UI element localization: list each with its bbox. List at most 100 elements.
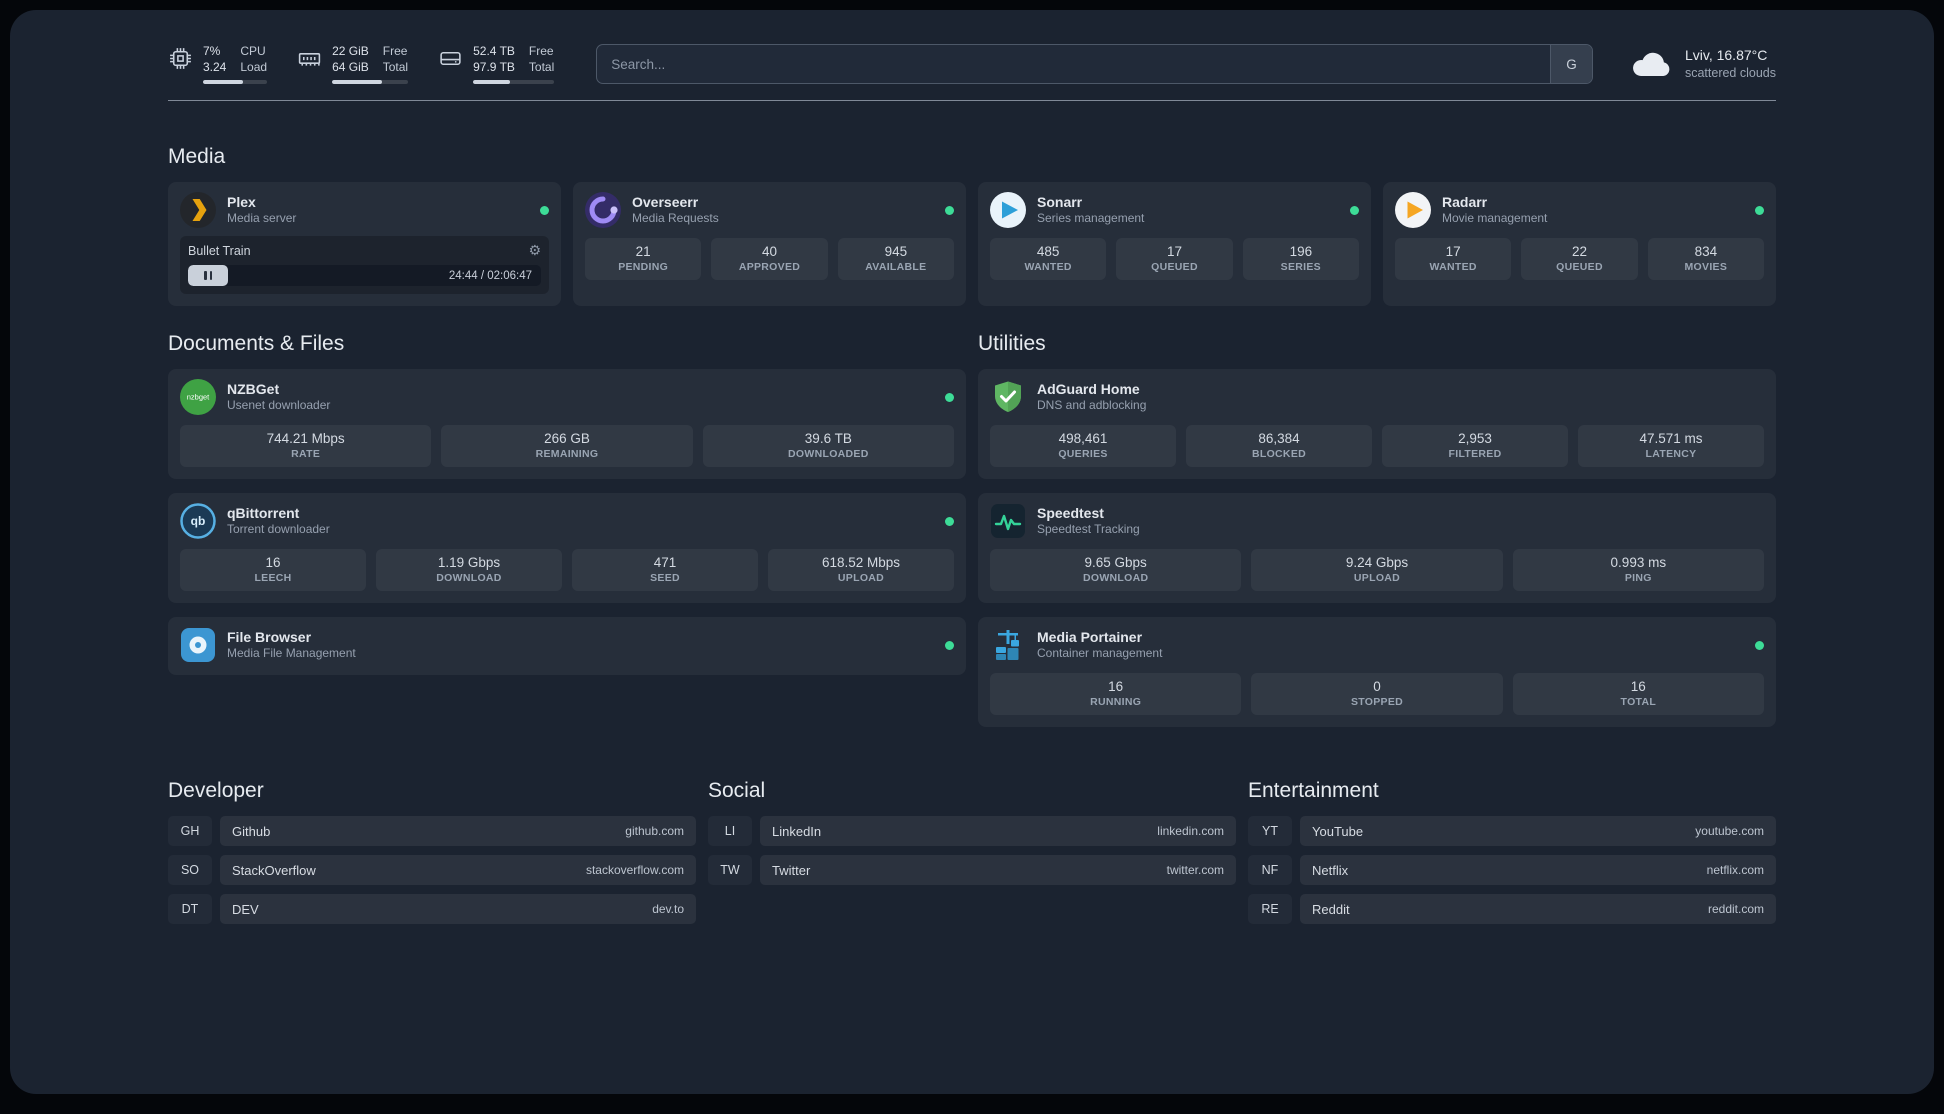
service-stats: 485 WANTED 17 QUEUED 196 SERIES: [990, 238, 1359, 280]
bookmark-url: stackoverflow.com: [585, 863, 684, 877]
bookmark-url: youtube.com: [1695, 824, 1764, 838]
bookmark-group-title: Entertainment: [1248, 779, 1379, 802]
stat-value: 618.52 Mbps: [821, 555, 901, 570]
bookmark-link[interactable]: TW Twitter twitter.com: [708, 855, 1236, 885]
status-dot: [540, 205, 549, 215]
bookmark-url: github.com: [625, 824, 684, 838]
stat-label: SERIES: [1280, 261, 1321, 273]
stat-label: DOWNLOAD: [436, 572, 502, 584]
service-stats: 498,461 QUERIES 86,384 BLOCKED 2,953 FILTERED…: [990, 425, 1764, 467]
service-link-plex[interactable]: Plex Media server: [180, 192, 296, 228]
stat-value: 16: [1630, 679, 1646, 694]
service-link-sonarr[interactable]: Sonarr Series management: [990, 192, 1144, 228]
stat-value: 17: [1445, 244, 1461, 259]
topbar: 7% 3.24 CPU Load 22 GiB 64 GiB Free Tota…: [168, 44, 1776, 84]
stat-value: 834: [1694, 244, 1718, 259]
bookmark-pill: Github github.com: [220, 816, 696, 846]
bookmark-link[interactable]: NF Netflix netflix.com: [1248, 855, 1776, 885]
stat-box: 86,384 BLOCKED: [1186, 425, 1372, 467]
service-link-adguard[interactable]: AdGuard Home DNS and adblocking: [990, 379, 1146, 415]
cpu-widget: 7% 3.24 CPU Load: [168, 44, 268, 84]
stat-label: AVAILABLE: [865, 261, 927, 273]
search-provider-button[interactable]: G: [1549, 45, 1592, 83]
service-link-portainer[interactable]: Media Portainer Container management: [990, 627, 1162, 663]
stat-value: 945: [884, 244, 908, 259]
bookmark-pill: Netflix netflix.com: [1300, 855, 1776, 885]
stat-label: LEECH: [254, 572, 292, 584]
bookmark-link[interactable]: LI LinkedIn linkedin.com: [708, 816, 1236, 846]
service-card-portainer: Media Portainer Container management 16 R…: [978, 617, 1776, 727]
memory-usage-bar: [332, 79, 409, 84]
service-stats: 9.65 Gbps DOWNLOAD 9.24 Gbps UPLOAD 0.993 ms…: [990, 549, 1764, 591]
service-link-qbittorrent[interactable]: qb qBittorrent Torrent downloader: [180, 503, 330, 539]
service-link-overseerr[interactable]: Overseerr Media Requests: [585, 192, 719, 228]
service-name: qBittorrent: [227, 505, 300, 522]
section-title-utilities: Utilities: [978, 332, 1046, 355]
cpu-usage-value: 7%: [203, 44, 221, 59]
stat-box: 16 LEECH: [180, 549, 366, 591]
bookmark-url: reddit.com: [1707, 902, 1764, 916]
disk-free-value: 52.4 TB: [473, 44, 515, 59]
service-link-nzbget[interactable]: nzbget NZBGet Usenet downloader: [180, 379, 330, 415]
stat-box: 266 GB REMAINING: [441, 425, 693, 467]
bookmark-group-title: Social: [708, 779, 766, 802]
stat-box: 0 STOPPED: [1251, 673, 1503, 715]
status-dot: [945, 640, 954, 650]
playback-progress-bar: 24:44 / 02:06:47: [188, 265, 541, 286]
bookmark-link[interactable]: DT DEV dev.to: [168, 894, 696, 924]
disk-icon: [438, 44, 463, 71]
pause-button[interactable]: [188, 265, 228, 286]
section-documents: Documents & Files nzbget NZBGet Usenet d…: [168, 332, 966, 675]
search-bar: G: [596, 44, 1593, 84]
service-card-radarr: Radarr Movie management 17 WANTED 22 QUEUED…: [1383, 182, 1776, 306]
stat-box: 9.24 Gbps UPLOAD: [1251, 549, 1503, 591]
stat-value: 0: [1373, 679, 1381, 694]
bookmark-list: YT YouTube youtube.com NF Netflix netflix.com…: [1248, 816, 1776, 924]
service-card-adguard: AdGuard Home DNS and adblocking 498,461 Q…: [978, 369, 1776, 479]
radarr-icon: [1395, 192, 1431, 228]
stat-label: RATE: [291, 448, 321, 460]
service-stats: 21 PENDING 40 APPROVED 945 AVAILABLE: [585, 238, 954, 280]
cpu-icon: [168, 44, 193, 71]
bookmark-name: LinkedIn: [772, 823, 822, 839]
bookmark-url: twitter.com: [1166, 863, 1224, 877]
bookmark-link[interactable]: SO StackOverflow stackoverflow.com: [168, 855, 696, 885]
adguard-icon: [990, 379, 1026, 415]
bar-fill: [332, 79, 383, 84]
bookmark-link[interactable]: RE Reddit reddit.com: [1248, 894, 1776, 924]
service-name: Sonarr: [1037, 194, 1083, 211]
bookmark-name: DEV: [232, 901, 259, 917]
service-name: NZBGet: [227, 381, 280, 398]
stat-value: 47.571 ms: [1639, 431, 1703, 446]
settings-gear-icon[interactable]: ⚙: [528, 242, 541, 259]
service-link-filebrowser[interactable]: File Browser Media File Management: [180, 627, 356, 663]
stat-label: REMAINING: [535, 448, 599, 460]
service-name: Plex: [227, 194, 256, 211]
bookmark-list: GH Github github.com SO StackOverflow stackov…: [168, 816, 696, 924]
disk-total-value: 97.9 TB: [473, 60, 515, 74]
service-card-filebrowser: File Browser Media File Management: [168, 617, 966, 675]
stat-box: 39.6 TB DOWNLOADED: [702, 425, 954, 467]
bookmark-link[interactable]: YT YouTube youtube.com: [1248, 816, 1776, 846]
dashboard-frame: 7% 3.24 CPU Load 22 GiB 64 GiB Free Tota…: [10, 10, 1934, 1094]
service-link-speedtest[interactable]: Speedtest Speedtest Tracking: [990, 503, 1140, 539]
stat-box: 17 WANTED: [1395, 238, 1512, 280]
memory-free-label: Free: [382, 44, 408, 59]
bookmark-pill: DEV dev.to: [220, 894, 696, 924]
stat-box: 744.21 Mbps RATE: [180, 425, 432, 467]
service-subtitle: Media Requests: [632, 211, 719, 226]
bookmark-url: netflix.com: [1706, 863, 1764, 877]
service-link-radarr[interactable]: Radarr Movie management: [1395, 192, 1547, 228]
bookmark-abbr: LI: [708, 816, 752, 846]
bookmark-abbr: TW: [708, 855, 752, 885]
disk-usage-bar: [473, 79, 555, 84]
service-subtitle: DNS and adblocking: [1037, 398, 1147, 413]
disk-total-label: Total: [528, 60, 555, 74]
bookmark-name: Twitter: [772, 862, 811, 878]
cpu-label: CPU: [240, 44, 266, 59]
stat-value: 16: [265, 555, 281, 570]
stat-box: 471 SEED: [572, 549, 758, 591]
bookmark-link[interactable]: GH Github github.com: [168, 816, 696, 846]
stat-label: UPLOAD: [1353, 572, 1401, 584]
search-input[interactable]: [596, 44, 1593, 84]
